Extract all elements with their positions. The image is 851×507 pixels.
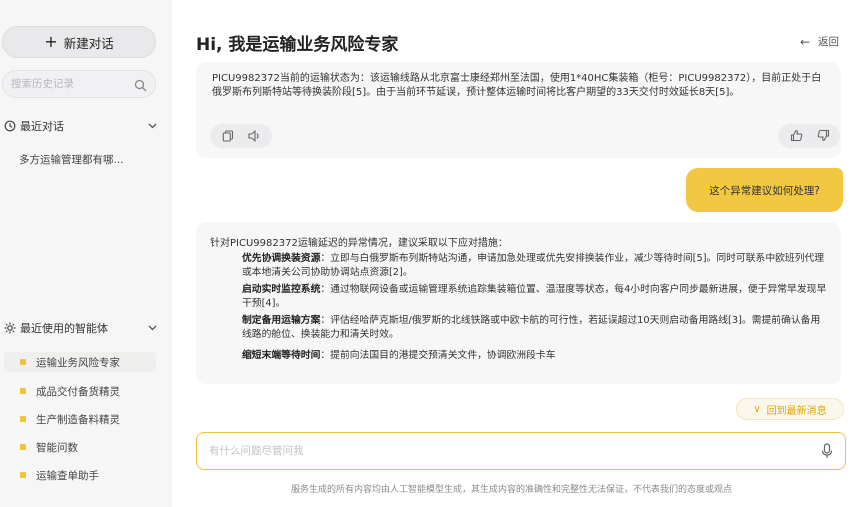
- sidebar: + 新建对话 最近对话 多方运输管理都有哪... 最近使用的智能体 运输业务风险…: [0, 0, 172, 507]
- jump-to-latest-label: 回到最新消息: [766, 405, 827, 417]
- agent-label: 生产制造备料精灵: [36, 413, 120, 426]
- assistant-message: PICU9982372当前的运输状态为：该运输线路从北京富士康经郑州至法国，使用…: [196, 62, 841, 158]
- recommendation-body: ：通过物联网设备或运输管理系统追踪集装箱位置、温湿度等状态，每4小时向客户同步最…: [242, 284, 827, 309]
- page-title: Hi, 我是运输业务风险专家: [196, 35, 399, 55]
- speaker-icon[interactable]: [248, 127, 261, 146]
- message-feedback: [778, 124, 840, 148]
- history-search[interactable]: [2, 70, 156, 98]
- agent-icon: [20, 416, 26, 422]
- recommendation-title: 缩短末端等待时间: [242, 350, 321, 361]
- chat-main: Hi, 我是运输业务风险专家 ← 返回 PICU9982372当前的运输状态为：…: [172, 0, 851, 507]
- chevron-down-icon[interactable]: [147, 120, 158, 134]
- agent-item-production-material[interactable]: 生产制造备料精灵: [20, 409, 120, 429]
- recent-chats-label: 最近对话: [20, 120, 64, 133]
- back-button[interactable]: ← 返回: [800, 34, 839, 49]
- recent-agents-header[interactable]: 最近使用的智能体: [4, 319, 160, 337]
- agent-label: 成品交付备货精灵: [36, 385, 120, 398]
- search-icon[interactable]: [134, 77, 147, 96]
- agent-icon: [20, 444, 26, 450]
- assistant-message: 针对PICU9982372运输延迟的异常情况，建议采取以下应对措施： 优先协调换…: [196, 222, 841, 384]
- chat-input-box[interactable]: [196, 432, 846, 470]
- chat-input[interactable]: [209, 445, 799, 457]
- recommendation-item: 制定备用运输方案：评估经哈萨克斯坦/俄罗斯的北线铁路或中欧卡航的可行性，若延误超…: [242, 314, 830, 342]
- message-actions-left: [210, 124, 272, 148]
- clock-icon: [4, 120, 16, 132]
- recommendation-title: 优先协调换装资源: [242, 253, 321, 264]
- sparkle-icon: [4, 322, 16, 334]
- agent-item-transport-risk[interactable]: 运输业务风险专家: [4, 352, 156, 372]
- recommendation-title: 制定备用运输方案: [242, 315, 321, 326]
- assistant-intro-text: 针对PICU9982372运输延迟的异常情况，建议采取以下应对措施：: [210, 238, 508, 249]
- agent-label: 智能问数: [36, 441, 78, 454]
- agent-label: 运输查单助手: [36, 469, 99, 482]
- agent-icon: [20, 359, 26, 365]
- recent-agents-label: 最近使用的智能体: [20, 322, 108, 335]
- agent-label: 运输业务风险专家: [36, 356, 120, 369]
- thumbs-down-icon[interactable]: [817, 127, 830, 146]
- thumbs-up-icon[interactable]: [790, 127, 803, 146]
- recommendation-item: 缩短末端等待时间：提前向法国目的港提交预清关文件，协调欧洲段卡车: [242, 349, 830, 363]
- jump-to-latest-button[interactable]: ∨ 回到最新消息: [736, 398, 844, 420]
- agent-item-delivery-stock[interactable]: 成品交付备货精灵: [20, 381, 120, 401]
- microphone-icon[interactable]: [821, 443, 833, 463]
- user-message: 这个异常建议如何处理?: [686, 168, 843, 212]
- plus-icon: +: [44, 32, 58, 51]
- recent-chats-header[interactable]: 最近对话: [4, 117, 160, 135]
- history-search-input[interactable]: [11, 78, 131, 90]
- agent-icon: [20, 472, 26, 478]
- agent-item-order-lookup[interactable]: 运输查单助手: [20, 465, 99, 485]
- back-label: 返回: [818, 36, 839, 48]
- recommendation-title: 启动实时监控系统: [242, 284, 321, 295]
- arrow-left-icon: ←: [799, 34, 810, 49]
- disclaimer-text: 服务生成的所有内容均由人工智能模型生成，其生成内容的准确性和完整性无法保证，不代…: [290, 485, 732, 495]
- recommendation-item: 优先协调换装资源：立即与白俄罗斯布列斯特站沟通，申请加急处理或优先安排换装作业，…: [242, 252, 830, 280]
- chevron-down-icon: ∨: [753, 403, 761, 415]
- chevron-down-icon[interactable]: [147, 322, 158, 336]
- recommendation-body: ：评估经哈萨克斯坦/俄罗斯的北线铁路或中欧卡航的可行性，若延误超过10天则启动备…: [242, 315, 821, 340]
- recommendation-item: 启动实时监控系统：通过物联网设备或运输管理系统追踪集装箱位置、温湿度等状态，每4…: [242, 283, 830, 311]
- assistant-message-text: PICU9982372当前的运输状态为：该运输线路从北京富士康经郑州至法国，使用…: [212, 73, 822, 98]
- recommendation-body: ：立即与白俄罗斯布列斯特站沟通，申请加急处理或优先安排换装作业，减少等待时间[5…: [242, 253, 825, 278]
- copy-icon[interactable]: [222, 127, 234, 146]
- recommendation-body: ：提前向法国目的港提交预清关文件，协调欧洲段卡车: [320, 350, 556, 361]
- new-chat-button[interactable]: + 新建对话: [2, 26, 156, 58]
- new-chat-label: 新建对话: [63, 35, 114, 51]
- agent-item-smart-query[interactable]: 智能问数: [20, 437, 78, 457]
- agent-icon: [20, 388, 26, 394]
- recent-chat-item[interactable]: 多方运输管理都有哪...: [19, 152, 124, 167]
